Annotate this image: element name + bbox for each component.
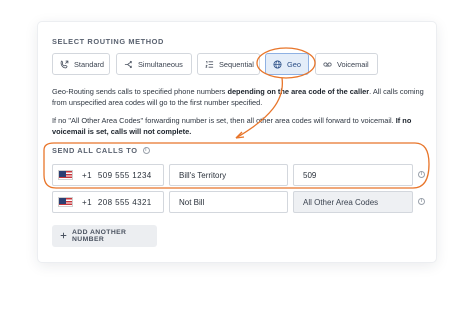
us-flag-icon[interactable] bbox=[58, 197, 73, 207]
numbered-list-icon bbox=[205, 60, 214, 69]
method-sequential-button[interactable]: Sequential bbox=[197, 53, 260, 75]
globe-icon bbox=[273, 59, 282, 69]
voicemail-icon bbox=[323, 60, 332, 69]
method-sequential-label: Sequential bbox=[219, 59, 254, 69]
phone-number-value: 509 555 1234 bbox=[97, 170, 152, 180]
method-voicemail-label: Voicemail bbox=[337, 59, 369, 69]
row-info-icon[interactable]: i bbox=[418, 198, 425, 205]
area-codes-input: All Other Area Codes bbox=[293, 191, 413, 213]
geo-routing-card: SELECT ROUTING METHOD Standard Simultane… bbox=[38, 22, 436, 262]
phone-number-value: 208 555 4321 bbox=[97, 197, 152, 207]
routing-method-heading: SELECT ROUTING METHOD bbox=[52, 37, 164, 46]
forwarding-row: +1 208 555 4321 Not Bill All Other Area … bbox=[52, 191, 425, 213]
method-simultaneous-label: Simultaneous bbox=[138, 59, 183, 69]
number-name-input[interactable]: Bill's Territory bbox=[169, 164, 288, 186]
method-standard-button[interactable]: Standard bbox=[52, 53, 110, 75]
row-info-icon[interactable]: i bbox=[418, 171, 425, 178]
country-code: +1 bbox=[82, 197, 92, 207]
area-codes-input[interactable]: 509 bbox=[293, 164, 413, 186]
geo-routing-description: Geo-Routing sends calls to specified pho… bbox=[52, 86, 426, 137]
phone-number-input[interactable]: +1 509 555 1234 bbox=[52, 164, 164, 186]
number-name-input[interactable]: Not Bill bbox=[169, 191, 288, 213]
forwarding-row: +1 509 555 1234 Bill's Territory 509 i bbox=[52, 164, 425, 186]
country-code: +1 bbox=[82, 170, 92, 180]
description-paragraph-2: If no "All Other Area Codes" forwarding … bbox=[52, 116, 412, 136]
us-flag-icon[interactable] bbox=[58, 170, 73, 180]
method-geo-button[interactable]: Geo bbox=[265, 53, 309, 75]
plus-icon bbox=[60, 232, 67, 241]
phone-number-input[interactable]: +1 208 555 4321 bbox=[52, 191, 164, 213]
add-another-number-button[interactable]: ADD ANOTHER NUMBER bbox=[52, 225, 157, 247]
method-standard-label: Standard bbox=[74, 59, 104, 69]
send-all-calls-heading: SEND ALL CALLS TO i bbox=[52, 146, 150, 155]
info-icon[interactable]: i bbox=[142, 147, 150, 154]
method-geo-label: Geo bbox=[287, 59, 301, 69]
method-voicemail-button[interactable]: Voicemail bbox=[315, 53, 378, 75]
phone-forward-icon bbox=[60, 60, 69, 69]
split-arrows-icon bbox=[124, 60, 133, 69]
method-simultaneous-button[interactable]: Simultaneous bbox=[116, 53, 192, 75]
description-paragraph-1: Geo-Routing sends calls to specified pho… bbox=[52, 87, 424, 107]
